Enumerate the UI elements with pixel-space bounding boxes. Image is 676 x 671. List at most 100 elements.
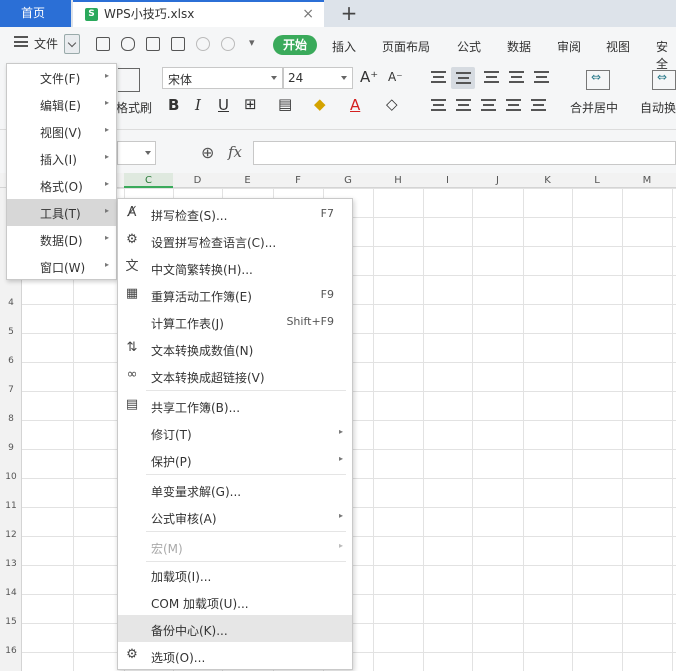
ribbon-tab-4[interactable]: 数据	[507, 38, 531, 55]
grow-font-button[interactable]: A⁺	[360, 68, 378, 86]
save-icon[interactable]	[96, 37, 110, 51]
file-menu-dropdown-icon[interactable]	[64, 34, 80, 54]
format-painter-label[interactable]: 格式刷	[116, 99, 152, 116]
align-bottom-icon[interactable]	[484, 71, 499, 83]
customize-toolbar-icon[interactable]: ▾	[249, 36, 255, 49]
column-header[interactable]: D	[173, 173, 222, 188]
row-header[interactable]: 6	[0, 356, 22, 366]
row-header[interactable]: 16	[0, 646, 22, 656]
menu-item-calc-sheet[interactable]: 计算工作表(J) Shift+F9	[118, 308, 352, 335]
column-header[interactable]: G	[323, 173, 373, 188]
format-painter-large-icon[interactable]	[118, 68, 140, 92]
column-header[interactable]: I	[423, 173, 472, 188]
menu-item-view[interactable]: 视图(V) ▸	[7, 118, 116, 145]
column-header[interactable]: E	[222, 173, 273, 188]
row-header[interactable]: 14	[0, 588, 22, 598]
column-header[interactable]: C	[124, 173, 173, 188]
row-header[interactable]: 4	[0, 298, 22, 308]
ribbon-tab-0[interactable]: 开始	[273, 35, 317, 55]
menu-item-edit[interactable]: 编辑(E) ▸	[7, 91, 116, 118]
new-tab-button[interactable]: +	[337, 0, 361, 27]
row-header[interactable]: 11	[0, 501, 22, 511]
ribbon-tab-3[interactable]: 公式	[457, 38, 481, 55]
column-header[interactable]: F	[273, 173, 323, 188]
merge-center-label[interactable]: 合并居中	[570, 99, 618, 116]
underline-button[interactable]: U	[218, 96, 229, 114]
close-tab-icon[interactable]: ×	[302, 2, 314, 26]
ribbon-tab-2[interactable]: 页面布局	[382, 38, 430, 55]
cell-style-icon[interactable]: ▤	[278, 95, 292, 113]
column-header[interactable]: M	[622, 173, 672, 188]
shrink-font-button[interactable]: A⁻	[388, 70, 403, 84]
menu-item-tools[interactable]: 工具(T) ▸	[7, 199, 116, 226]
name-box[interactable]	[117, 141, 156, 165]
row-header[interactable]: 8	[0, 414, 22, 424]
indent-increase-icon[interactable]	[534, 71, 549, 83]
distribute-icon[interactable]	[531, 99, 546, 111]
bold-button[interactable]: B	[168, 96, 179, 114]
menu-item-recalc-workbook[interactable]: ▦ 重算活动工作簿(E) F9	[118, 281, 352, 308]
menu-item-spell-check[interactable]: A̸ 拼写检查(S)... F7	[118, 200, 352, 227]
ribbon-tab-6[interactable]: 视图	[606, 38, 630, 55]
function-icon[interactable]: fx	[228, 143, 242, 161]
column-header[interactable]: L	[572, 173, 622, 188]
italic-button[interactable]: I	[195, 96, 201, 114]
menu-item-text-to-link[interactable]: ∞ 文本转换成超链接(V)	[118, 362, 352, 389]
align-right-icon[interactable]	[481, 99, 496, 111]
menu-item-spell-language[interactable]: ⚙ 设置拼写检查语言(C)...	[118, 227, 352, 254]
format-painter-icon[interactable]	[121, 37, 135, 51]
ribbon-tab-1[interactable]: 插入	[332, 38, 356, 55]
borders-icon[interactable]: ⊞	[244, 95, 257, 113]
menu-item-insert[interactable]: 插入(I) ▸	[7, 145, 116, 172]
column-header[interactable]: H	[373, 173, 423, 188]
menu-item-addins[interactable]: 加载项(I)...	[118, 561, 352, 588]
font-size-select[interactable]: 24	[283, 67, 353, 89]
row-header[interactable]: 13	[0, 559, 22, 569]
print-preview-icon[interactable]	[171, 37, 185, 51]
row-header[interactable]: 9	[0, 443, 22, 453]
font-color-button[interactable]: A	[350, 96, 360, 114]
menu-item-options[interactable]: ⚙ 选项(O)...	[118, 642, 352, 669]
redo-icon[interactable]	[221, 37, 235, 51]
menu-item-format[interactable]: 格式(O) ▸	[7, 172, 116, 199]
menu-item-goal-seek[interactable]: 单变量求解(G)...	[118, 476, 352, 503]
wrap-text-label[interactable]: 自动换	[640, 99, 676, 116]
row-header[interactable]: 10	[0, 472, 22, 482]
ribbon-tab-7[interactable]: 安全	[656, 38, 676, 72]
align-top-icon[interactable]	[431, 71, 446, 83]
align-left-icon[interactable]	[431, 99, 446, 111]
clear-format-icon[interactable]: ◇	[386, 95, 398, 113]
menu-item-backup-center[interactable]: 备份中心(K)...	[118, 615, 352, 642]
fill-color-icon[interactable]: ◆	[314, 95, 326, 113]
column-header[interactable]: J	[472, 173, 523, 188]
row-header[interactable]: 15	[0, 617, 22, 627]
font-name-select[interactable]: 宋体	[162, 67, 283, 89]
justify-icon[interactable]	[506, 99, 521, 111]
menu-item-text-to-number[interactable]: ⇅ 文本转换成数值(N)	[118, 335, 352, 362]
wrap-text-icon[interactable]	[652, 70, 676, 90]
menu-item-file[interactable]: 文件(F) ▸	[7, 64, 116, 91]
menu-item-revision[interactable]: 修订(T) ▸	[118, 419, 352, 446]
menu-item-data[interactable]: 数据(D) ▸	[7, 226, 116, 253]
row-header[interactable]: 5	[0, 327, 22, 337]
tab-file-document[interactable]: S WPS小技巧.xlsx ×	[73, 0, 324, 27]
menu-item-formula-audit[interactable]: 公式审核(A) ▸	[118, 503, 352, 530]
column-header[interactable]: K	[523, 173, 572, 188]
formula-input[interactable]	[253, 141, 676, 165]
row-header[interactable]: 7	[0, 385, 22, 395]
row-header[interactable]: 12	[0, 530, 22, 540]
tab-home[interactable]: 首页	[0, 0, 71, 27]
menu-item-com-addins[interactable]: COM 加载项(U)...	[118, 588, 352, 615]
menu-item-window[interactable]: 窗口(W) ▸	[7, 253, 116, 280]
hamburger-icon[interactable]	[14, 36, 28, 47]
ribbon-tab-5[interactable]: 审阅	[557, 38, 581, 55]
zoom-icon[interactable]: ⊕	[201, 143, 214, 162]
undo-icon[interactable]	[196, 37, 210, 51]
menu-item-protect[interactable]: 保护(P) ▸	[118, 446, 352, 473]
align-center-icon[interactable]	[456, 99, 471, 111]
indent-decrease-icon[interactable]	[509, 71, 524, 83]
menu-item-share-workbook[interactable]: ▤ 共享工作簿(B)...	[118, 392, 352, 419]
menu-item-chinese-convert[interactable]: 文 中文简繁转换(H)...	[118, 254, 352, 281]
print-icon[interactable]	[146, 37, 160, 51]
file-menu-button[interactable]: 文件	[34, 35, 58, 52]
